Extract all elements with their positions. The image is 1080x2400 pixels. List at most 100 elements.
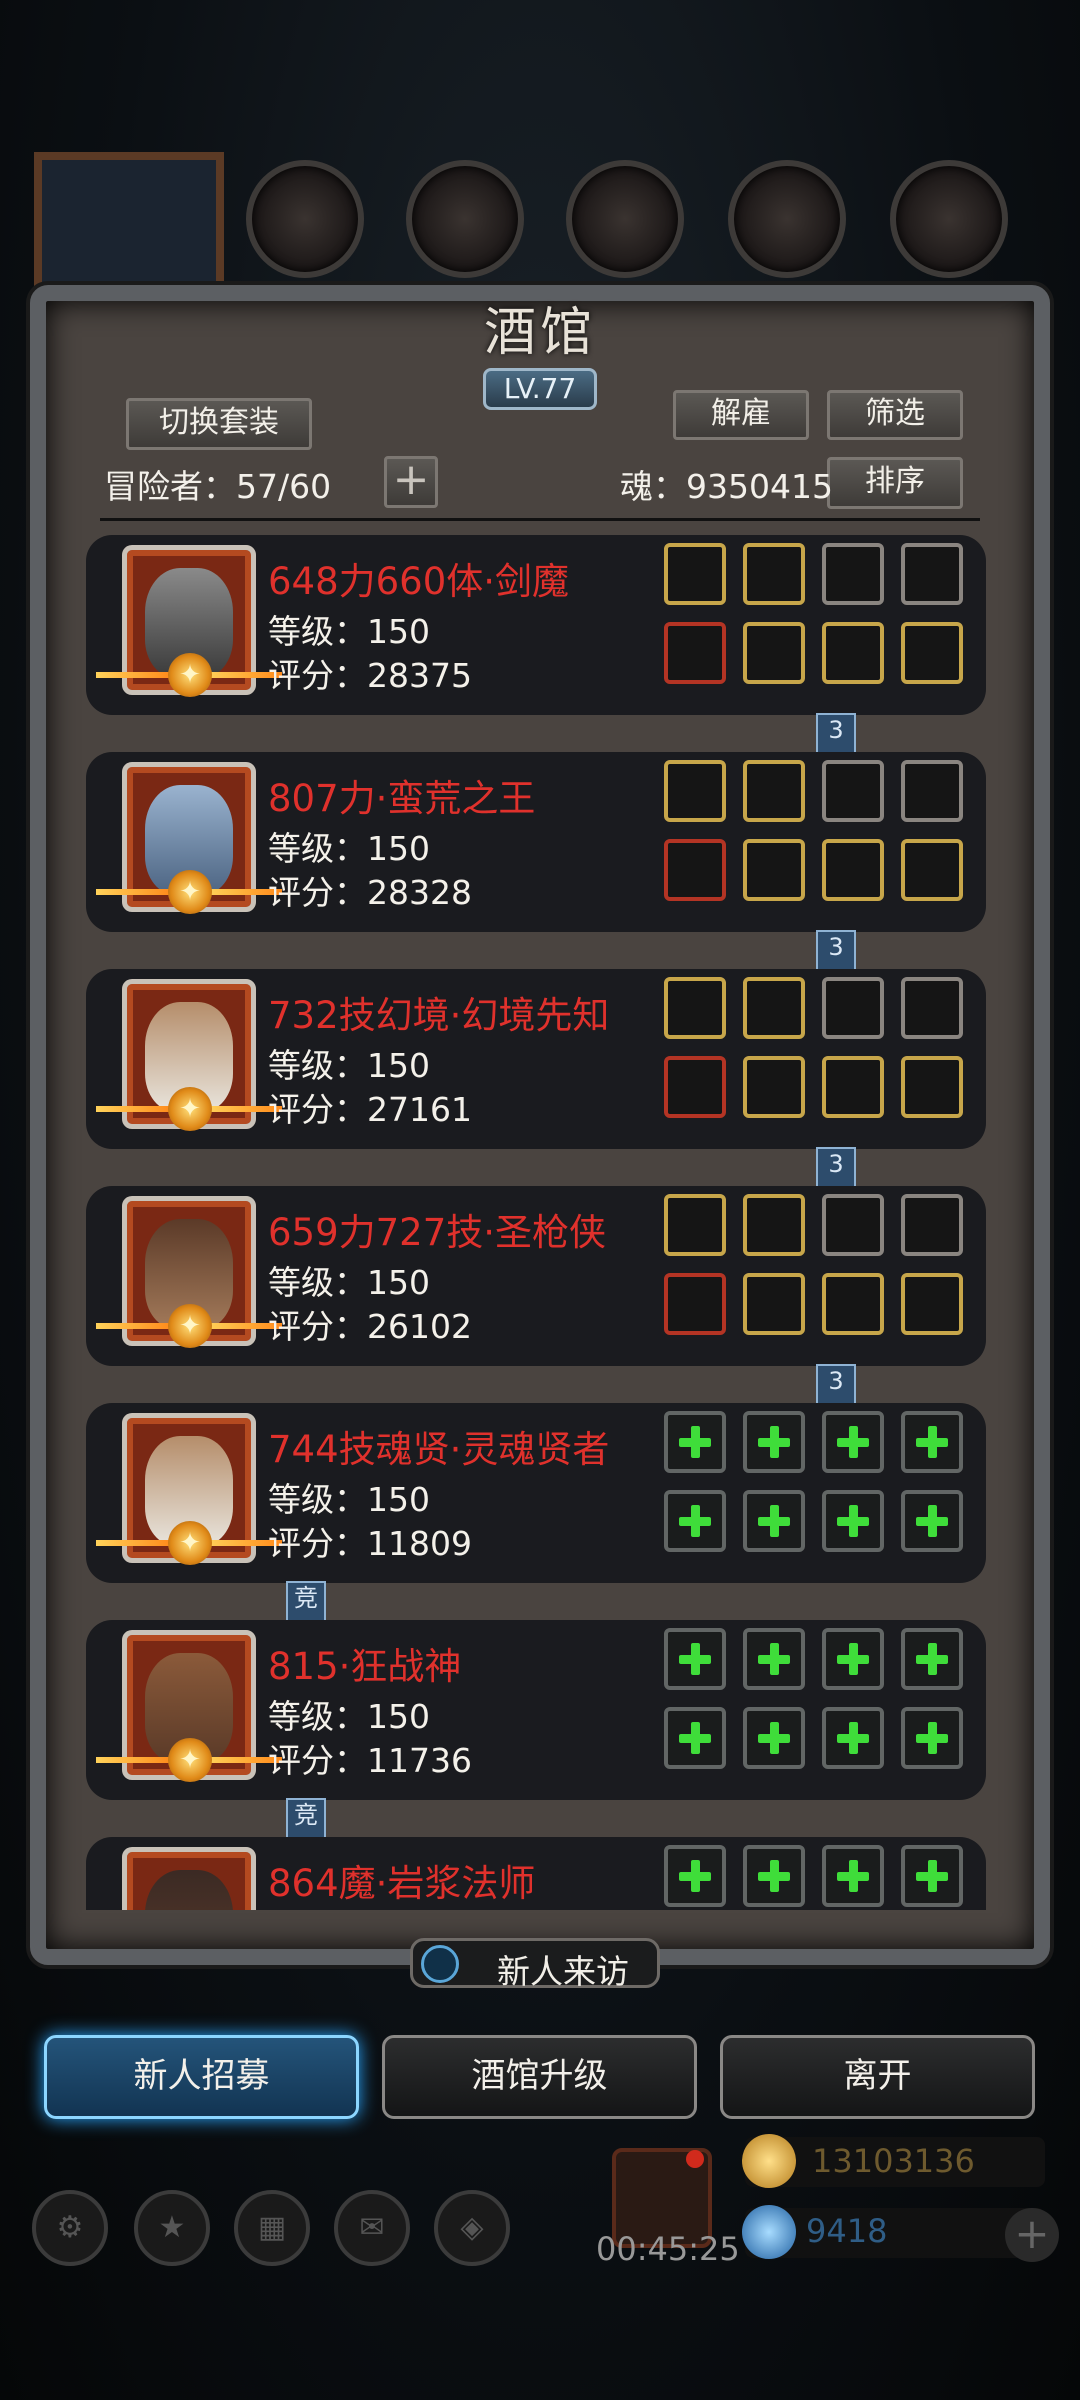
cloak-icon[interactable] <box>743 1056 805 1118</box>
wing-decoration <box>96 889 172 895</box>
hero-name: 744技魂贤·灵魂贤者 <box>268 1428 610 1471</box>
ring-icon[interactable] <box>901 622 963 684</box>
plus-icon <box>679 1505 711 1537</box>
empty-slot-plus-icon[interactable] <box>664 1411 726 1473</box>
orb-icon[interactable] <box>743 543 805 605</box>
mail-icon[interactable]: ✉ <box>334 2190 410 2266</box>
rifle-icon[interactable] <box>664 1273 726 1335</box>
demon-icon[interactable] <box>901 839 963 901</box>
empty-slot-plus-icon[interactable] <box>901 1628 963 1690</box>
star-gem-icon[interactable] <box>901 1194 963 1256</box>
add-capacity-button[interactable]: + <box>384 456 438 508</box>
dragon-icon[interactable] <box>822 1056 884 1118</box>
fire-gem-icon[interactable] <box>743 760 805 822</box>
empty-slot-plus-icon[interactable] <box>743 1845 805 1907</box>
sword-icon[interactable] <box>664 622 726 684</box>
leather-armor-icon[interactable] <box>743 1273 805 1335</box>
clock-icon <box>421 1945 459 1983</box>
sort-button[interactable]: 排序 <box>827 457 963 509</box>
hero-card[interactable]: ✦ 744技魂贤·灵魂贤者 等级：150 评分：11809 <box>86 1403 986 1583</box>
crown-icon[interactable] <box>664 760 726 822</box>
chest-icon[interactable]: ◈ <box>434 2190 510 2266</box>
empty-slot-plus-icon[interactable] <box>822 1490 884 1552</box>
armor-icon[interactable] <box>743 622 805 684</box>
empty-slot-plus-icon[interactable] <box>743 1707 805 1769</box>
empty-slot-plus-icon[interactable] <box>743 1411 805 1473</box>
hero-card[interactable]: ✦ 815·狂战神 等级：150 评分：11736 <box>86 1620 986 1800</box>
plus-icon <box>837 1860 869 1892</box>
green-crystal-icon[interactable] <box>743 1194 805 1256</box>
helm-icon[interactable] <box>822 543 884 605</box>
leave-button[interactable]: 离开 <box>720 2035 1035 2119</box>
equipment-slot-icon <box>566 160 684 278</box>
empty-slot-plus-icon[interactable] <box>822 1845 884 1907</box>
empty-slot-plus-icon[interactable] <box>901 1411 963 1473</box>
empty-slot-plus-icon[interactable] <box>664 1707 726 1769</box>
shield-icon[interactable] <box>822 977 884 1039</box>
wing-icon[interactable] <box>901 977 963 1039</box>
settings-icon[interactable]: ⚙ <box>32 2190 108 2266</box>
plus-icon <box>679 1426 711 1458</box>
empty-slot-plus-icon[interactable] <box>743 1628 805 1690</box>
equipment-slot-icon <box>246 160 364 278</box>
hero-score: 评分：28375 <box>268 656 472 695</box>
empty-slot-plus-icon[interactable] <box>901 1490 963 1552</box>
empty-slot-plus-icon[interactable] <box>743 1490 805 1552</box>
plus-icon <box>837 1643 869 1675</box>
lantern-icon[interactable] <box>901 760 963 822</box>
empty-slot-plus-icon[interactable] <box>664 1845 726 1907</box>
hero-level: 等级：150 <box>268 1263 430 1302</box>
empty-slot-plus-icon[interactable] <box>822 1411 884 1473</box>
plus-icon <box>916 1505 948 1537</box>
hero-level: 等级：150 <box>268 1480 430 1519</box>
soul-counter: 魂：9350415 <box>620 467 833 506</box>
disc-icon[interactable] <box>901 1056 963 1118</box>
blue-orb-icon[interactable] <box>822 1273 884 1335</box>
plus-icon <box>916 1426 948 1458</box>
hero-card[interactable]: ✦ 732技幻境·幻境先知 等级：150 评分：27161 <box>86 969 986 1149</box>
wing-decoration <box>96 1757 172 1763</box>
hero-card[interactable]: ✦ 648力660体·剑魔 等级：150 评分：28375 <box>86 535 986 715</box>
dismiss-button[interactable]: 解雇 <box>673 390 809 440</box>
plus-icon <box>916 1643 948 1675</box>
hero-card[interactable]: ✦864魔·岩浆法师 <box>86 1837 986 1910</box>
add-resource-button[interactable]: + <box>1005 2208 1059 2262</box>
hero-list[interactable]: ✦ 648力660体·剑魔 等级：150 评分：28375 3 ✦ 807力·蛮荒之王 等级：… <box>86 535 986 1910</box>
mask-icon[interactable] <box>901 543 963 605</box>
gift-timer: 00:45:25 <box>596 2230 740 2268</box>
plus-icon <box>758 1860 790 1892</box>
rank-star-icon: ✦ <box>168 1304 212 1348</box>
empty-slot-plus-icon[interactable] <box>901 1845 963 1907</box>
demon-icon[interactable] <box>822 622 884 684</box>
red-gem-icon[interactable] <box>743 977 805 1039</box>
armor-icon[interactable] <box>743 839 805 901</box>
purple-gem-icon[interactable] <box>822 839 884 901</box>
crown-icon[interactable] <box>664 543 726 605</box>
equipment-slot-icon <box>406 160 524 278</box>
filter-button[interactable]: 筛选 <box>827 390 963 440</box>
staff-icon[interactable] <box>664 1056 726 1118</box>
empty-slot-plus-icon[interactable] <box>664 1628 726 1690</box>
rank-star-icon: ✦ <box>168 1738 212 1782</box>
tavern-upgrade-button[interactable]: 酒馆升级 <box>382 2035 697 2119</box>
green-lantern-icon[interactable] <box>822 1194 884 1256</box>
silver-crown-icon[interactable] <box>664 1194 726 1256</box>
feather-icon[interactable] <box>822 760 884 822</box>
silver-crown-icon[interactable] <box>664 977 726 1039</box>
empty-slot-plus-icon[interactable] <box>822 1707 884 1769</box>
recruit-button[interactable]: 新人招募 <box>44 2035 359 2119</box>
amulet-icon[interactable] <box>901 1273 963 1335</box>
hero-card[interactable]: ✦ 659力727技·圣枪侠 等级：150 评分：26102 <box>86 1186 986 1366</box>
empty-slot-plus-icon[interactable] <box>664 1490 726 1552</box>
switch-set-button[interactable]: 切换套装 <box>126 398 312 450</box>
hero-name: 659力727技·圣枪侠 <box>268 1211 607 1254</box>
new-visitor-bar[interactable]: 新人来访 <box>410 1938 660 1991</box>
empty-slot-plus-icon[interactable] <box>822 1628 884 1690</box>
building-icon[interactable]: ▦ <box>234 2190 310 2266</box>
star-icon[interactable]: ★ <box>134 2190 210 2266</box>
plus-icon <box>916 1722 948 1754</box>
axe-icon[interactable] <box>664 839 726 901</box>
empty-slot-plus-icon[interactable] <box>901 1707 963 1769</box>
hero-score: 评分：11736 <box>268 1741 472 1780</box>
hero-card[interactable]: ✦ 807力·蛮荒之王 等级：150 评分：28328 <box>86 752 986 932</box>
